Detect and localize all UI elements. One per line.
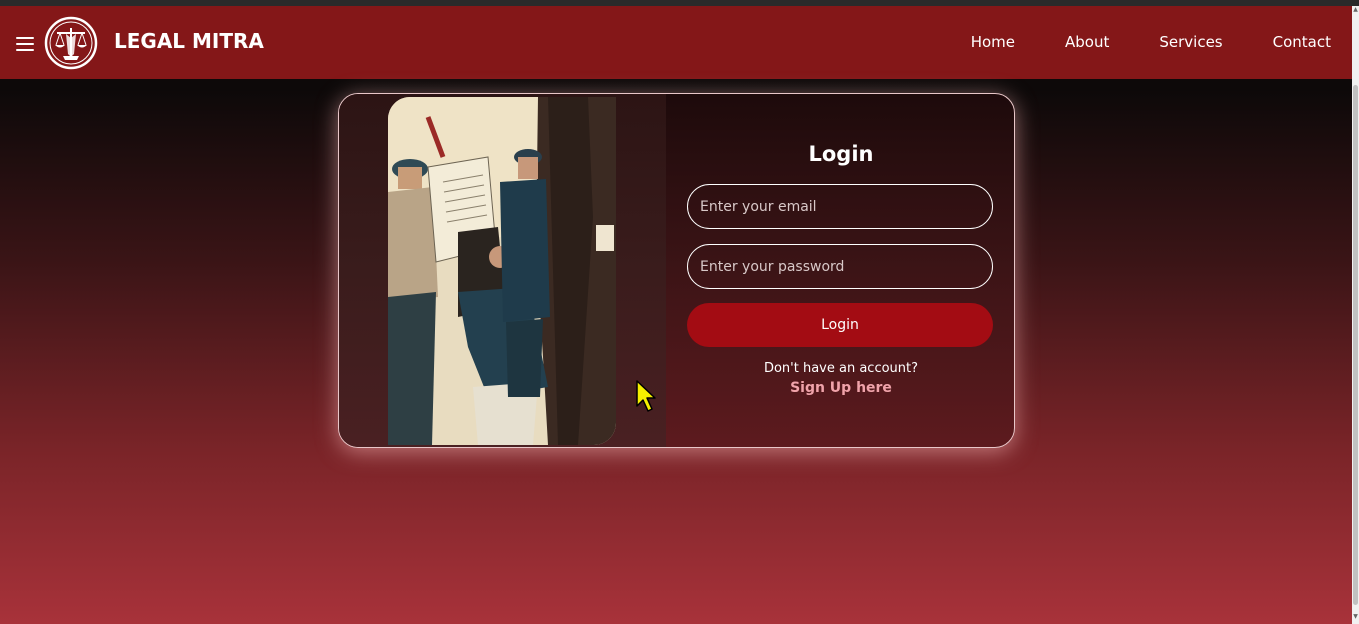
nav-link-services[interactable]: Services: [1159, 33, 1222, 51]
login-button[interactable]: Login: [687, 303, 993, 347]
navbar: LEGAL MITRA Home About Services Contact: [0, 6, 1352, 79]
password-field[interactable]: [687, 244, 993, 289]
scroll-down-arrow-icon[interactable]: ▼: [1352, 612, 1359, 622]
login-title: Login: [808, 142, 874, 166]
brand-name[interactable]: LEGAL MITRA: [114, 29, 264, 53]
login-card: Login Login Don't have an account? Sign …: [338, 93, 1015, 448]
scrollbar-thumb[interactable]: [1353, 85, 1358, 605]
login-form-panel: Login Login Don't have an account? Sign …: [666, 94, 1014, 447]
nav-link-about[interactable]: About: [1065, 33, 1109, 51]
signup-link[interactable]: Sign Up here: [666, 380, 1014, 396]
nav-link-contact[interactable]: Contact: [1273, 33, 1331, 51]
scroll-up-arrow-icon[interactable]: ▲: [1352, 6, 1359, 14]
no-account-text: Don't have an account?: [763, 361, 919, 376]
mouse-cursor-icon: [636, 380, 658, 414]
card-image-panel: [339, 94, 666, 447]
email-field[interactable]: [687, 184, 993, 229]
nav-link-home[interactable]: Home: [971, 33, 1015, 51]
newspaper-readers-illustration: [388, 97, 616, 445]
nav-links: Home About Services Contact: [971, 33, 1331, 51]
hamburger-menu-icon[interactable]: [16, 37, 34, 51]
scales-of-justice-icon[interactable]: [44, 16, 98, 70]
